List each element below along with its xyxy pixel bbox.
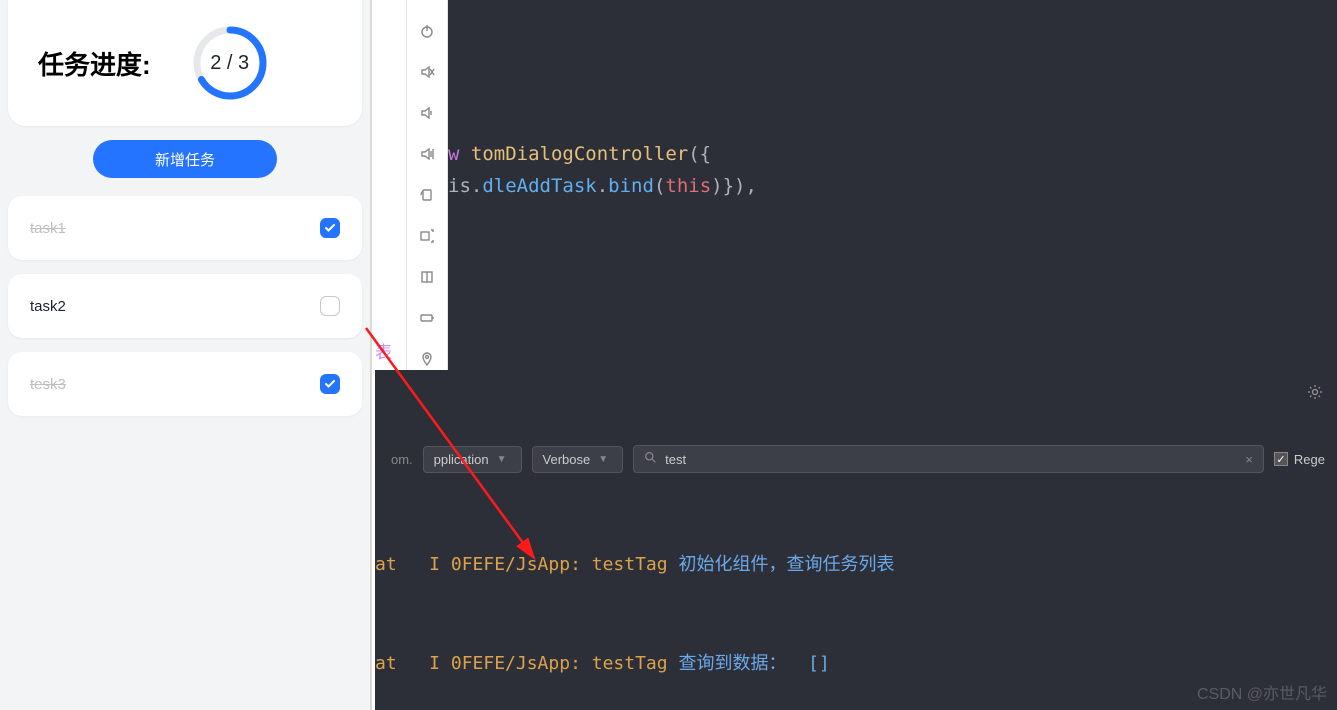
regex-label: Rege [1294,452,1325,467]
log-search-box[interactable]: × [633,445,1264,473]
task-row[interactable]: task2 [8,274,362,338]
code-token: bind [608,175,654,197]
volume-up-icon[interactable] [418,145,436,163]
task-name: task2 [30,298,66,315]
battery-icon[interactable] [418,309,436,327]
add-task-button[interactable]: 新增任务 [93,140,277,178]
volume-down-icon[interactable] [418,104,436,122]
task-row[interactable]: task1 [8,196,362,260]
task-list: task1 task2 tesk3 [8,196,362,416]
task-checkbox[interactable] [320,218,340,238]
log-output[interactable]: at I 0FEFE/JsApp: testTag 初始化组件，查询任务列表 a… [375,482,1337,710]
partial-char: 表 [375,338,392,363]
log-line: at I 0FEFE/JsApp: testTag 初始化组件，查询任务列表 [375,548,1337,581]
app-filter-dropdown[interactable]: pplication ▼ [423,446,522,473]
rotate-icon[interactable] [418,186,436,204]
level-filter-dropdown[interactable]: Verbose ▼ [532,446,624,473]
log-filter-bar: om. pplication▼ Verbose▼ × Rege [375,440,1337,478]
chevron-down-icon: ▼ [497,454,507,465]
volume-mute-icon[interactable] [418,63,436,81]
location-icon[interactable] [418,350,436,368]
chevron-down-icon: ▼ [598,454,608,465]
dropdown-label: pplication [434,452,489,467]
code-token: w [448,143,471,165]
regex-checkbox[interactable] [1274,452,1288,466]
watermark: CSDN @亦世凡华 [1197,680,1327,704]
phone-preview-pane: 任务进度: 2 / 3 新增任务 task1 task2 tesk3 [0,0,372,710]
task-row[interactable]: tesk3 [8,352,362,416]
screenshot-icon[interactable] [418,227,436,245]
dropdown-label: Verbose [543,452,591,467]
progress-ring: 2 / 3 [191,24,269,102]
code-token: ( [654,175,665,197]
progress-text: 2 / 3 [191,24,269,102]
task-name: tesk3 [30,376,66,393]
log-line: at I 0FEFE/JsApp: testTag 查询到数据： [] [375,647,1337,680]
clear-icon[interactable]: × [1245,452,1253,467]
power-icon[interactable] [418,22,436,40]
task-checkbox[interactable] [320,296,340,316]
code-token: dleAddTask [482,175,596,197]
search-icon [644,451,657,467]
code-token: . [597,175,608,197]
code-editor[interactable]: w tomDialogController({ is.dleAddTask.bi… [448,0,1337,370]
code-token: tomDialogController [471,143,688,165]
code-token: this [665,175,711,197]
task-name: task1 [30,220,66,237]
regex-toggle[interactable]: Rege [1274,452,1325,467]
gear-icon[interactable] [1307,384,1323,405]
fold-icon[interactable] [418,268,436,286]
code-token: )}), [711,175,757,197]
progress-card: 任务进度: 2 / 3 [8,0,362,126]
log-panel: om. pplication▼ Verbose▼ × Rege at I 0FE… [375,370,1337,710]
code-token: is. [448,175,482,197]
task-checkbox[interactable] [320,374,340,394]
code-token: ({ [688,143,711,165]
progress-label: 任务进度: [38,45,151,82]
log-search-input[interactable] [665,452,1237,467]
